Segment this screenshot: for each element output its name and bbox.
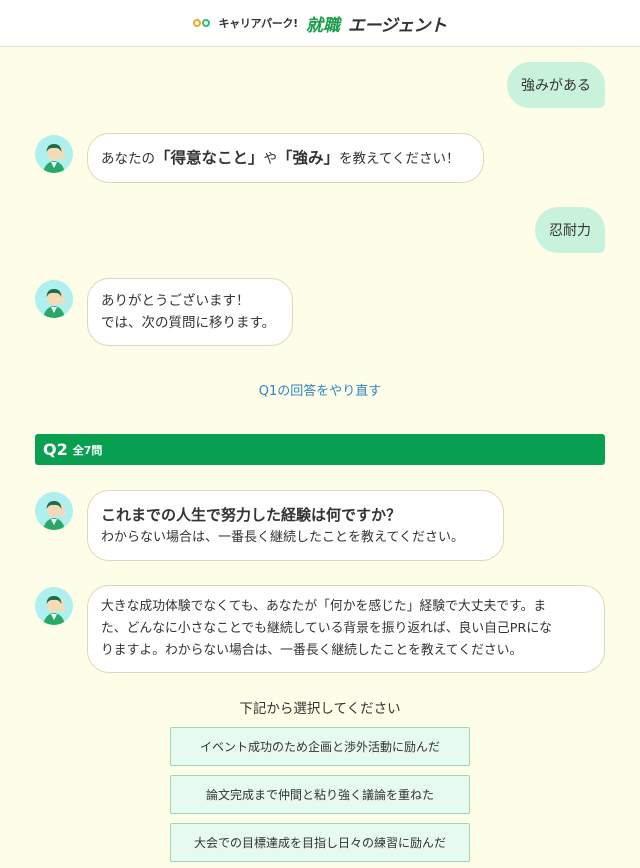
redo-q1-link[interactable]: Q1の回答をやり直す [0, 380, 640, 399]
user-message: 強みがある [507, 62, 605, 108]
bot-message: ありがとうございます！ では、次の質問に移ります。 [87, 278, 293, 346]
bot-message: あなたの「得意なこと」や「強み」を教えてください！ [87, 133, 484, 183]
advisor-avatar-icon [35, 587, 73, 625]
logo-mark-icon [193, 19, 211, 27]
user-message: 忍耐力 [535, 207, 605, 253]
hint-message: 大きな成功体験でなくても、あなたが「何かを感じた」経験で大丈夫です。ま た、どん… [87, 585, 605, 673]
bot-emphasis: 「得意なこと」 [155, 149, 264, 167]
bot-text: を教えてください！ [339, 151, 460, 167]
site-header: キャリアパーク! 就職 エージェント [0, 0, 640, 47]
logo-job: 就職 [305, 15, 340, 36]
question-header: Q2 全7問 [35, 434, 605, 465]
bot-text: では、次の質問に移ります。 [101, 315, 276, 331]
bot-text: あなたの [101, 151, 155, 167]
question-total: 全7問 [72, 443, 103, 457]
advisor-avatar-icon [35, 280, 73, 318]
question-subtext: わからない場合は、一番長く継続したことを教えてください。 [101, 530, 464, 545]
bot-emphasis: 「強み」 [277, 149, 340, 167]
choice-button[interactable]: 論文完成まで仲間と粘り強く議論を重ねた [170, 775, 470, 814]
hint-text: た、どんなに小さなことでも継続している背景を振り返れば、良い自己PRにな [101, 621, 552, 636]
question-title: これまでの人生で努力した経験は何ですか？ [101, 506, 402, 524]
question-number: Q2 [43, 440, 68, 459]
bot-text: や [263, 151, 278, 167]
bot-text: ありがとうございます！ [101, 293, 250, 309]
choice-button[interactable]: 大会での目標達成を目指し日々の練習に励んだ [170, 823, 470, 862]
advisor-avatar-icon [35, 135, 73, 173]
question-message: これまでの人生で努力した経験は何ですか？ わからない場合は、一番長く継続したこと… [87, 490, 504, 561]
hint-text: りますよ。わからない場合は、一番長く継続したことを教えてください。 [101, 643, 523, 658]
hint-text: 大きな成功体験でなくても、あなたが「何かを感じた」経験で大丈夫です。ま [101, 599, 547, 614]
logo-brand: キャリアパーク! [218, 17, 298, 30]
select-prompt: 下記から選択してください [239, 701, 401, 717]
choice-button[interactable]: イベント成功のため企画と渉外活動に励んだ [170, 727, 470, 766]
logo-agent: エージェント [347, 15, 447, 36]
advisor-avatar-icon [35, 492, 73, 530]
